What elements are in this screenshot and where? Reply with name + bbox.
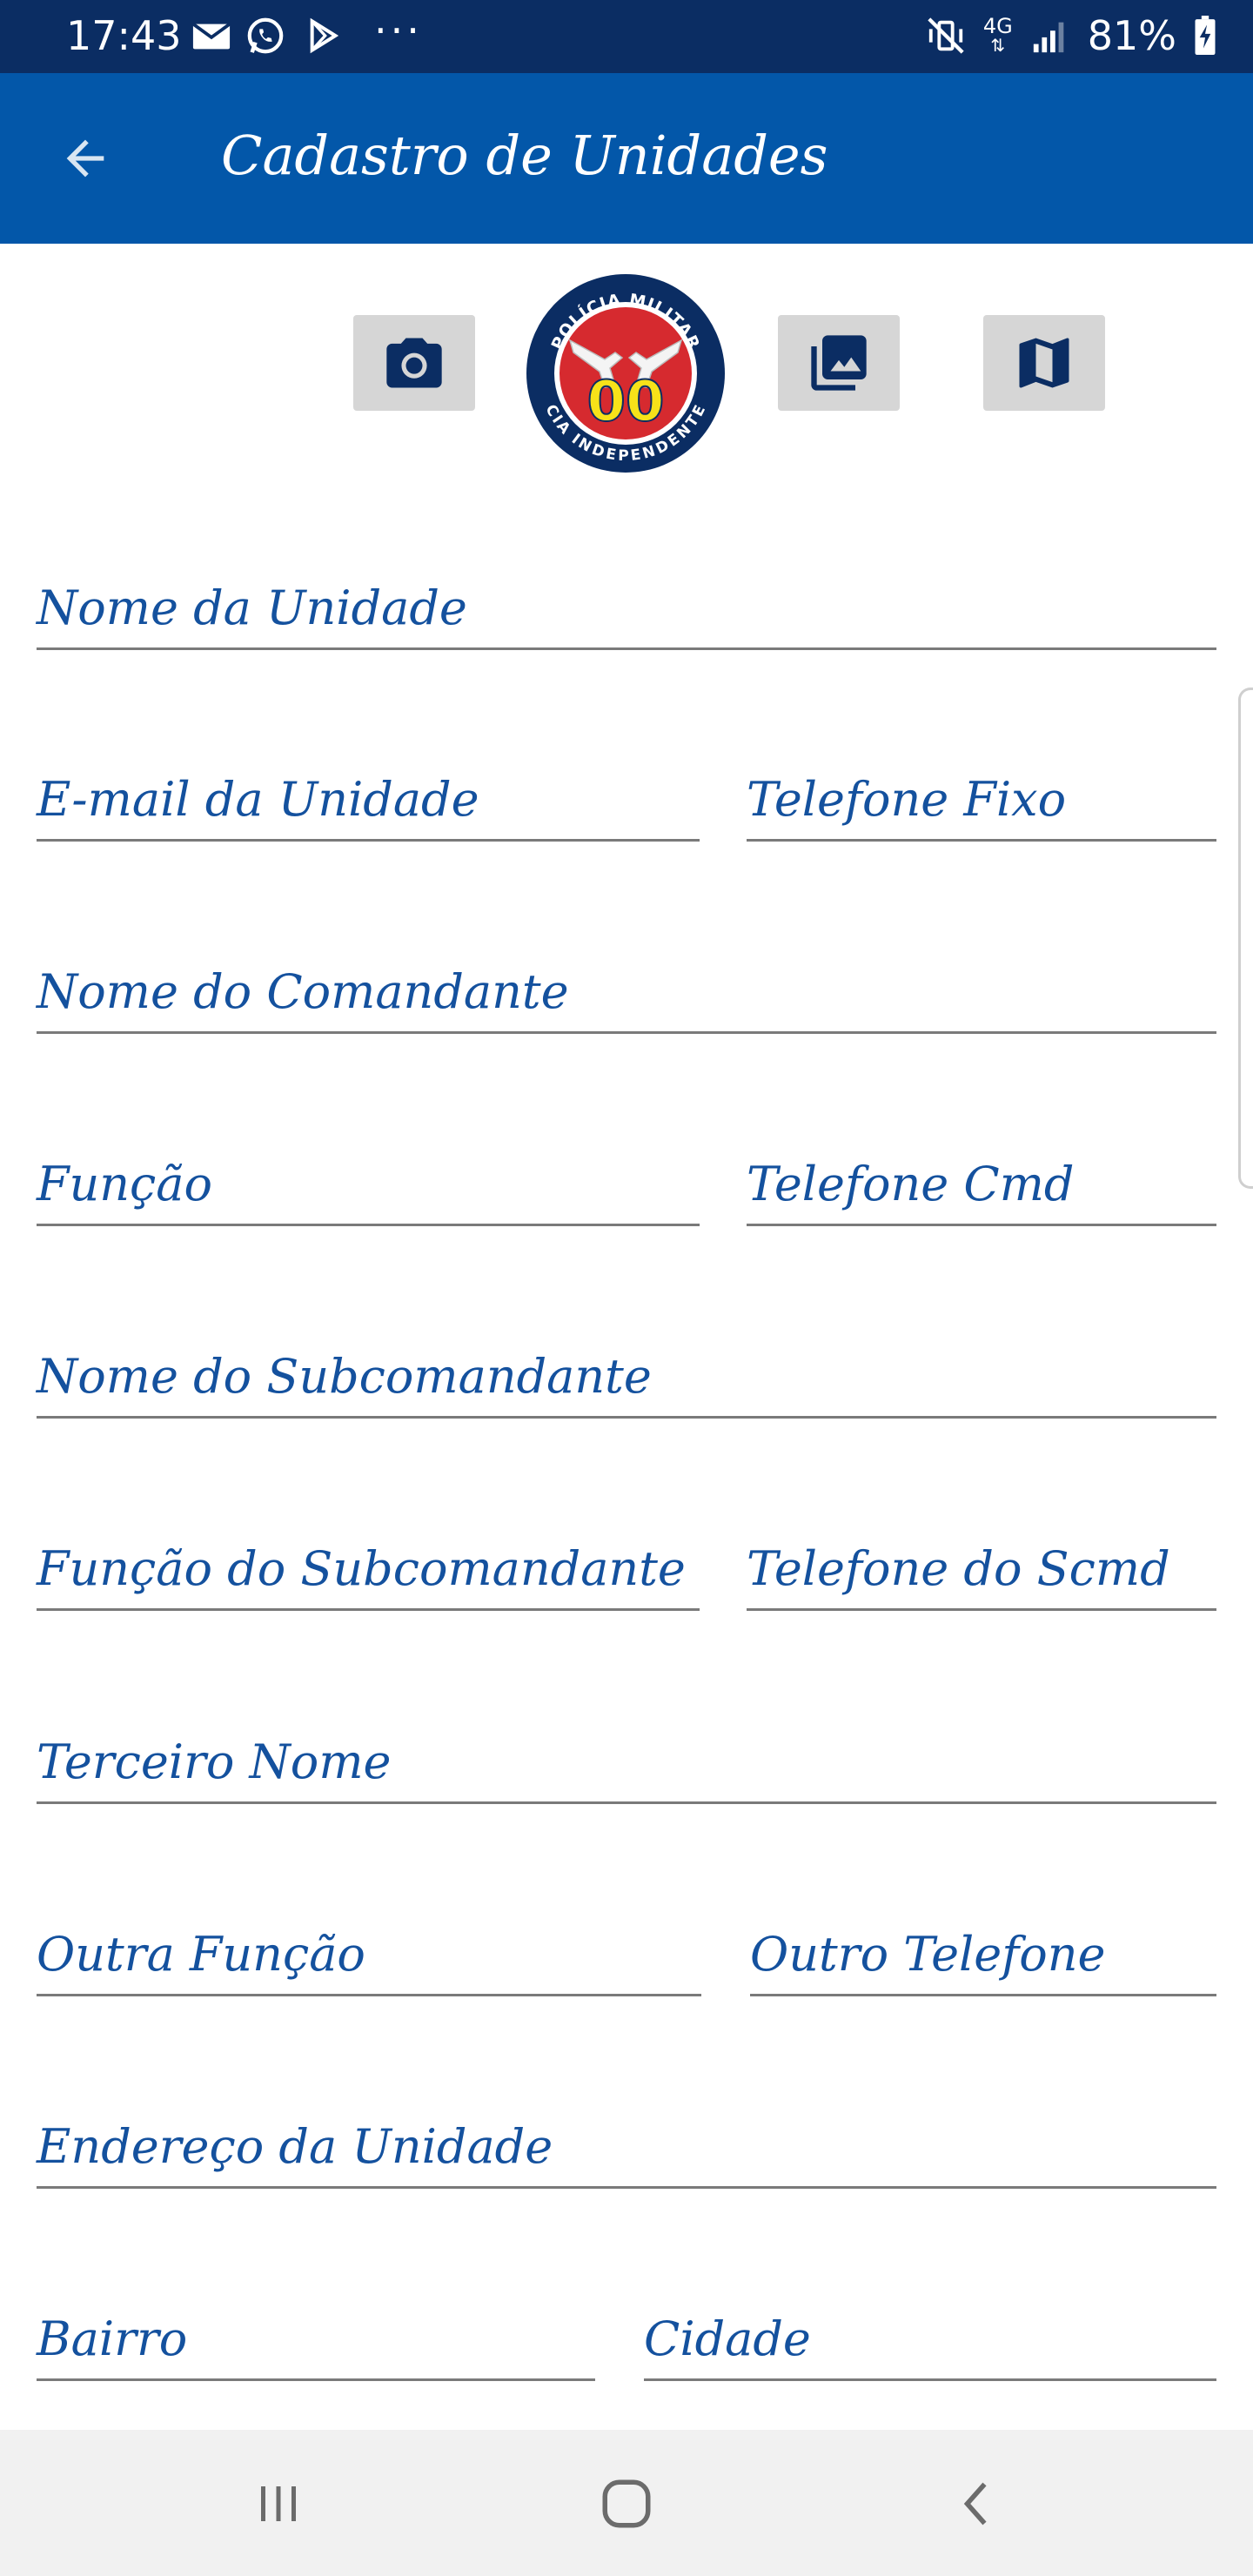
arrow-back-icon <box>66 139 104 178</box>
cidade-label: Cidade <box>644 2311 811 2366</box>
outro-telefone-label: Outro Telefone <box>750 1927 1106 1982</box>
system-status-icons: 4G ⇅ 81% <box>924 12 1218 59</box>
endereco-unidade-label: Endereço da Unidade <box>37 2119 553 2174</box>
funcao-label: Função <box>37 1157 212 1211</box>
scroll-handle[interactable] <box>1238 688 1253 1189</box>
bairro-field[interactable]: Bairro <box>37 2305 595 2381</box>
gallery-button[interactable] <box>778 315 900 411</box>
cidade-field[interactable]: Cidade <box>644 2305 1216 2381</box>
home-button[interactable] <box>583 2465 670 2543</box>
home-icon <box>602 2479 651 2528</box>
funcao-subcomandante-field[interactable]: Função do Subcomandante <box>37 1535 700 1611</box>
endereco-unidade-field[interactable]: Endereço da Unidade <box>37 2113 1216 2189</box>
play-store-icon <box>310 17 339 54</box>
nome-subcomandante-label: Nome do Subcomandante <box>37 1349 652 1404</box>
email-unidade-field[interactable]: E-mail da Unidade <box>37 766 700 842</box>
camera-icon <box>386 338 442 388</box>
telefone-scmd-field[interactable]: Telefone do Scmd <box>747 1535 1216 1611</box>
more-notifications-icon: ··· <box>374 7 423 54</box>
status-time: 17:43 <box>66 12 182 59</box>
nav-back-icon <box>963 2482 987 2526</box>
outra-funcao-label: Outra Função <box>37 1927 365 1982</box>
bairro-label: Bairro <box>37 2311 188 2366</box>
funcao-subcomandante-label: Função do Subcomandante <box>37 1541 686 1596</box>
telefone-fixo-label: Telefone Fixo <box>747 772 1067 827</box>
funcao-field[interactable]: Função <box>37 1150 700 1226</box>
telefone-scmd-label: Telefone do Scmd <box>747 1541 1170 1596</box>
mail-icon <box>191 23 231 50</box>
battery-charging-icon <box>1195 16 1216 55</box>
nome-unidade-label: Nome da Unidade <box>37 580 467 635</box>
recents-icon <box>261 2486 296 2521</box>
photo-library-icon <box>811 335 867 391</box>
telefone-cmd-label: Telefone Cmd <box>747 1157 1075 1211</box>
battery-level: 81% <box>1087 12 1176 59</box>
map-button[interactable] <box>983 315 1105 411</box>
network-type: 4G ⇅ <box>982 14 1013 56</box>
email-unidade-label: E-mail da Unidade <box>37 772 479 827</box>
nome-subcomandante-field[interactable]: Nome do Subcomandante <box>37 1343 1216 1419</box>
telefone-cmd-field[interactable]: Telefone Cmd <box>747 1150 1216 1226</box>
navigation-bar <box>0 2430 1253 2576</box>
nav-back-button[interactable] <box>935 2465 1022 2543</box>
badge-number: 00 <box>586 370 664 434</box>
map-icon <box>1019 338 1069 388</box>
vibrate-mute-icon <box>928 17 964 54</box>
app-bar: Cadastro de Unidades <box>0 73 1253 244</box>
nome-unidade-field[interactable]: Nome da Unidade <box>37 574 1216 650</box>
page-title: Cadastro de Unidades <box>221 124 828 187</box>
telefone-fixo-field[interactable]: Telefone Fixo <box>747 766 1216 842</box>
recents-button[interactable] <box>235 2465 322 2543</box>
outra-funcao-field[interactable]: Outra Função <box>37 1921 701 1996</box>
terceiro-nome-label: Terceiro Nome <box>37 1734 392 1789</box>
nome-comandante-label: Nome do Comandante <box>37 964 569 1019</box>
nome-comandante-field[interactable]: Nome do Comandante <box>37 958 1216 1034</box>
back-button[interactable] <box>49 122 122 195</box>
camera-button[interactable] <box>353 315 475 411</box>
outro-telefone-field[interactable]: Outro Telefone <box>750 1921 1216 1996</box>
whatsapp-icon <box>247 17 284 54</box>
signal-icon <box>1033 22 1064 53</box>
status-bar: 17:43 ··· 4G ⇅ 81% <box>0 0 1253 73</box>
unit-badge-logo: 00 POLÍCIA MILITAR CIA INDEPENDENTE <box>526 274 725 473</box>
terceiro-nome-field[interactable]: Terceiro Nome <box>37 1728 1216 1804</box>
